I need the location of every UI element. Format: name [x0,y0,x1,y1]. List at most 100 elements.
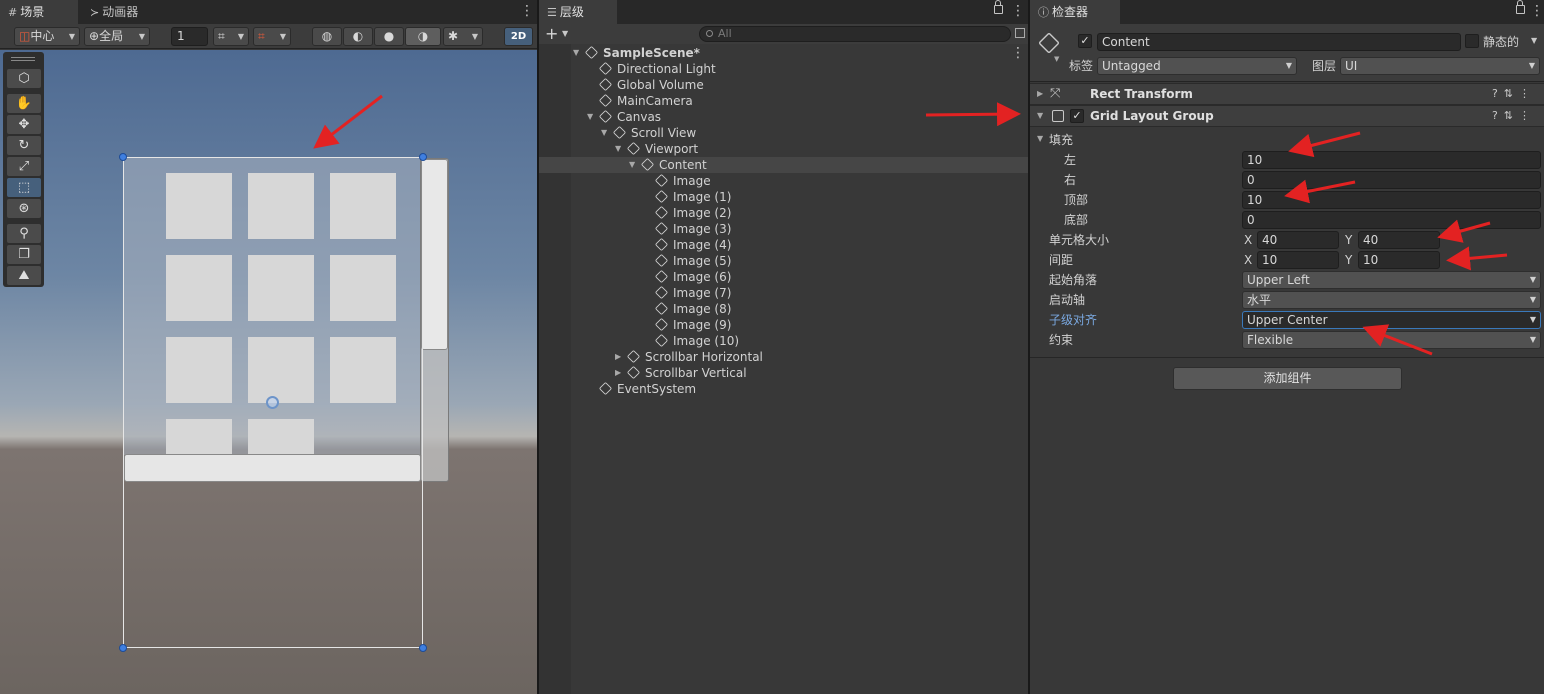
tree-item[interactable]: ▶ Scrollbar Horizontal [539,349,1028,365]
start-corner-dropdown[interactable]: Upper Left ▼ [1242,271,1541,289]
tree-item[interactable]: Image [539,173,1028,189]
preset-icon[interactable]: ⇅ [1504,87,1519,100]
tree-item[interactable]: Image (1) [539,189,1028,205]
cell-size-y-field[interactable]: 40 [1358,231,1440,249]
padding-bottom-field[interactable]: 0 [1242,211,1541,229]
tree-item[interactable]: Image (6) [539,269,1028,285]
rect-handle-bottom-left[interactable] [119,644,127,652]
wireframe-shading-button[interactable]: ◍ [312,27,342,46]
grid-size-input[interactable]: 1 [171,27,208,46]
tree-item[interactable]: Image (5) [539,253,1028,269]
pivot-dropdown[interactable]: ◫中心 ▼ [14,27,80,46]
tree-item[interactable]: Image (2) [539,205,1028,221]
hierarchy-menu-icon[interactable]: ⋮ [1011,4,1025,18]
tree-item[interactable]: Image (7) [539,285,1028,301]
padding-top-field[interactable]: 10 [1242,191,1541,209]
tree-item[interactable]: ▼ Content [539,157,1028,173]
chevron-down-icon[interactable]: ▼ [1531,36,1537,45]
inspector-menu-icon[interactable]: ⋮ [1530,4,1544,18]
custom-tool[interactable]: ⚲ [7,224,41,243]
constraint-dropdown[interactable]: Flexible ▼ [1242,331,1541,349]
help-icon[interactable]: ? [1492,109,1504,122]
tree-item[interactable]: ▼ Viewport [539,141,1028,157]
grid-snap-button[interactable]: ⌗ ▼ [213,27,249,46]
component-menu-icon[interactable]: ⋮ [1519,109,1536,122]
padding-left-field[interactable]: 10 [1242,151,1541,169]
terrain-tool[interactable]: ⛰ [7,266,41,285]
scrollbar-vertical-handle[interactable] [421,159,448,350]
child-alignment-dropdown[interactable]: Upper Center ▼ [1242,311,1541,329]
fold-arrow-icon[interactable]: ▼ [615,141,621,157]
2d-mode-toggle[interactable]: 2D [504,27,533,46]
grid-layout-group-header[interactable]: ▼ ✓ Grid Layout Group ?⇅⋮ [1030,105,1544,127]
component-menu-icon[interactable]: ⋮ [1519,87,1536,100]
lock-icon[interactable] [1516,0,1525,14]
component-tool[interactable]: ❐ [7,245,41,264]
lock-icon[interactable] [994,0,1003,14]
spacing-y-field[interactable]: 10 [1358,251,1440,269]
rotate-tool[interactable]: ↻ [7,136,41,155]
padding-right-field[interactable]: 0 [1242,171,1541,189]
drag-handle-icon[interactable] [11,57,35,61]
rect-tool[interactable]: ⬚ [7,178,41,197]
tab-inspector[interactable]: ⓘ 检查器 [1030,0,1120,24]
fold-arrow-icon[interactable]: ▼ [629,157,635,173]
rect-handle-top-left[interactable] [119,153,127,161]
tree-item[interactable]: Global Volume [539,77,1028,93]
tree-item[interactable]: Image (9) [539,317,1028,333]
grid-layout-enabled-checkbox[interactable]: ✓ [1070,109,1084,123]
space-dropdown[interactable]: ⊕全局 ▼ [84,27,150,46]
tree-item[interactable]: ▼ SampleScene* [539,45,1028,61]
hand-tool[interactable]: ✋ [7,94,41,113]
increment-snap-button[interactable]: ⌗ ▼ [253,27,291,46]
scene-menu-icon[interactable]: ⋮ [520,4,534,18]
add-object-icon[interactable]: + [545,25,558,42]
scale-tool[interactable]: ⤢ [7,157,41,176]
rect-handle-bottom-right[interactable] [419,644,427,652]
tab-hierarchy[interactable]: ☰ 层级 [539,0,617,24]
chevron-down-icon[interactable]: ▼ [1054,55,1059,63]
tree-item[interactable]: Image (8) [539,301,1028,317]
tag-dropdown[interactable]: Untagged ▼ [1097,57,1297,75]
tree-item[interactable]: EventSystem [539,381,1028,397]
scene-menu-icon[interactable]: ⋮ [1011,46,1025,60]
tab-animator[interactable]: ≻ 动画器 [82,0,162,24]
component-tools[interactable]: ?⇅⋮ [1492,109,1536,122]
spacing-x-field[interactable]: 10 [1257,251,1339,269]
object-name-field[interactable]: Content [1097,33,1461,51]
fold-arrow-icon[interactable]: ▼ [587,109,593,125]
debug-draw-button[interactable]: ✱ ▼ [443,27,483,46]
pivot-handle[interactable] [266,396,279,409]
component-tools[interactable]: ?⇅⋮ [1492,87,1536,100]
fold-arrow-icon[interactable]: ▶ [1037,89,1043,98]
rect-transform-header[interactable]: ▶ ⤧ Rect Transform ?⇅⋮ [1030,83,1544,105]
shaded-wireframe-button[interactable]: ◐ [343,27,373,46]
tree-item[interactable]: ▼ Scroll View [539,125,1028,141]
tree-item[interactable]: ▶ Scrollbar Vertical [539,365,1028,381]
cell-size-x-field[interactable]: 40 [1257,231,1339,249]
preset-icon[interactable]: ⇅ [1504,109,1519,122]
help-icon[interactable]: ? [1492,87,1504,100]
tree-item[interactable]: ▼ Canvas [539,109,1028,125]
tab-scene[interactable]: # 场景 [0,0,78,24]
fold-arrow-icon[interactable]: ▼ [573,45,579,61]
unlit-shading-button[interactable]: ● [374,27,404,46]
start-axis-dropdown[interactable]: 水平 ▼ [1242,291,1541,309]
search-filter-icon[interactable] [1015,28,1025,38]
fold-arrow-icon[interactable]: ▶ [615,365,621,381]
tree-item[interactable]: MainCamera [539,93,1028,109]
fold-arrow-icon[interactable]: ▼ [1037,134,1043,143]
tree-item[interactable]: Image (3) [539,221,1028,237]
static-checkbox[interactable] [1465,34,1479,48]
hierarchy-search-input[interactable]: All [699,26,1011,42]
tree-item[interactable]: Directional Light [539,61,1028,77]
fold-arrow-icon[interactable]: ▼ [1037,111,1043,120]
fold-arrow-icon[interactable]: ▼ [601,125,607,141]
lit-shading-button[interactable]: ◑ [405,27,441,46]
fold-arrow-icon[interactable]: ▶ [615,349,621,365]
move-tool[interactable]: ✥ [7,115,41,134]
view-cube-tool[interactable]: ⬡ [7,69,41,88]
chevron-down-icon[interactable]: ▼ [562,29,568,38]
rect-handle-top-right[interactable] [419,153,427,161]
tree-item[interactable]: Image (10) [539,333,1028,349]
